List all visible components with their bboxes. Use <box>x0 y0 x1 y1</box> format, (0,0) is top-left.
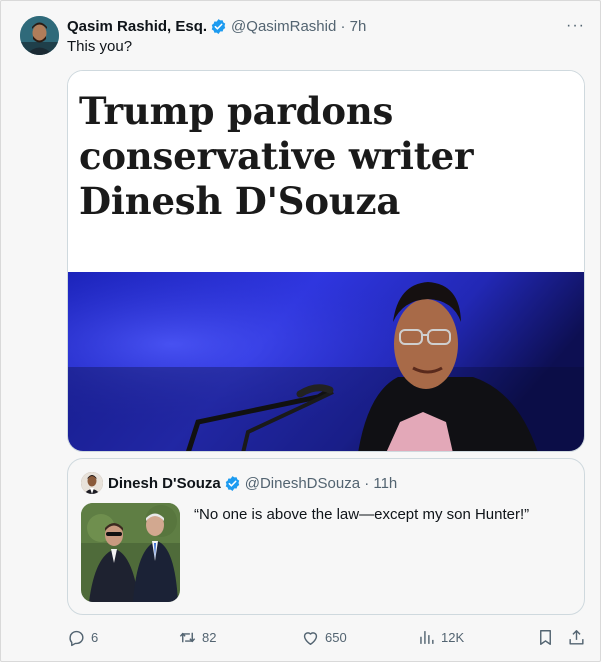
quoted-tweet-image[interactable] <box>81 503 180 602</box>
verified-badge-icon <box>210 18 227 35</box>
quoted-verified-badge-icon <box>224 475 241 492</box>
views-button[interactable]: 12K <box>417 626 464 648</box>
headline-panel: Trump pardons conservative writer Dinesh… <box>68 71 584 272</box>
author-name[interactable]: Qasim Rashid, Esq. <box>67 18 207 35</box>
quoted-author-name[interactable]: Dinesh D'Souza <box>108 475 221 492</box>
quoted-tweet-text: “No one is above the law—except my son H… <box>194 506 530 523</box>
like-count: 650 <box>325 629 347 645</box>
share-button[interactable] <box>567 626 591 648</box>
heart-icon <box>303 631 318 645</box>
share-icon <box>569 629 584 645</box>
views-count: 12K <box>441 629 465 645</box>
reply-icon <box>69 630 84 646</box>
tweet-card[interactable]: Qasim Rashid, Esq. @QasimRashid · 7h ···… <box>0 0 601 662</box>
bookmark-button[interactable] <box>536 626 560 648</box>
tweet-header: Qasim Rashid, Esq. @QasimRashid · 7h <box>67 16 366 36</box>
views-chart-icon <box>420 630 434 644</box>
tweet-text: This you? <box>67 38 133 55</box>
author-handle-time[interactable]: @QasimRashid · 7h <box>231 18 366 35</box>
retweet-count: 82 <box>202 629 217 645</box>
bookmark-icon <box>540 629 551 645</box>
author-avatar[interactable] <box>20 16 59 55</box>
retweet-icon <box>179 632 196 642</box>
more-options-icon[interactable]: ··· <box>566 17 585 35</box>
retweet-button[interactable]: 82 <box>178 626 216 648</box>
reply-count: 6 <box>91 629 99 645</box>
quoted-author-handle-time[interactable]: @DineshDSouza · 11h <box>245 475 398 492</box>
media-image[interactable]: Trump pardons conservative writer Dinesh… <box>67 70 585 452</box>
speaker-photo <box>68 272 584 451</box>
reply-button[interactable]: 6 <box>67 626 98 648</box>
quoted-tweet[interactable]: Dinesh D'Souza @DineshDSouza · 11h “No o… <box>67 458 585 615</box>
like-button[interactable]: 650 <box>301 626 347 648</box>
quoted-tweet-header: Dinesh D'Souza @DineshDSouza · 11h <box>108 472 397 494</box>
news-headline: Trump pardons conservative writer Dinesh… <box>79 89 474 223</box>
action-bar: 6 82 650 12K <box>67 626 585 648</box>
quoted-author-avatar[interactable] <box>81 472 103 494</box>
